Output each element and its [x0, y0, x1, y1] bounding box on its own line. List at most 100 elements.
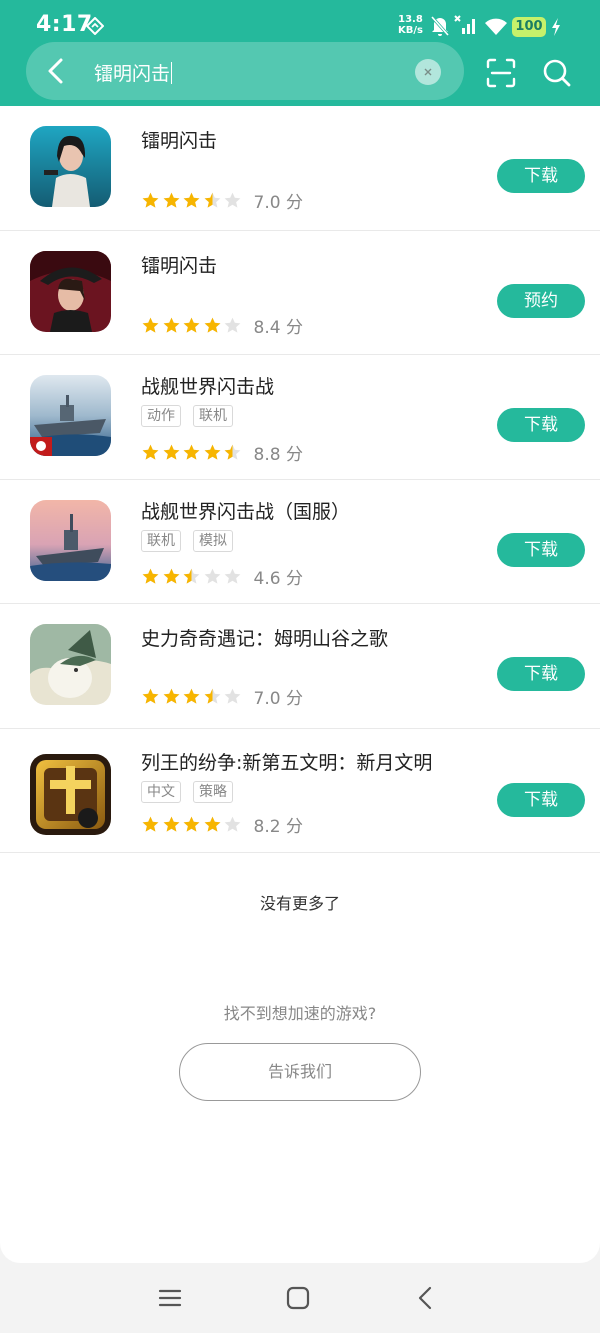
rating: 8.2 分	[141, 812, 303, 837]
app-icon-4	[30, 624, 111, 705]
star-icon	[142, 317, 159, 333]
result-list: 镭明闪击 7.0 分 下载 镭明闪击 8.4 分 预约 战舰世界闪击战 动作 联…	[0, 106, 600, 853]
tag: 策略	[193, 780, 233, 803]
star-icon	[183, 444, 200, 460]
search-query: 镭明闪击	[94, 63, 171, 85]
list-item[interactable]: 战舰世界闪击战（国服） 联机 模拟 4.6 分 下载	[0, 480, 600, 604]
back-arrow-icon[interactable]	[40, 54, 72, 88]
app-name: 战舰世界闪击战	[141, 376, 275, 398]
star-icon	[163, 444, 179, 460]
app-icon-3	[30, 499, 111, 581]
menu-icon[interactable]	[155, 1283, 185, 1313]
mute-bell-icon	[430, 16, 450, 36]
app-name: 镭明闪击	[141, 130, 218, 152]
rating-stars	[141, 567, 244, 586]
rating-stars	[141, 687, 244, 706]
list-item[interactable]: 战舰世界闪击战 动作 联机 8.8 分 下载	[0, 355, 600, 480]
list-item[interactable]: 史力奇奇遇记：姆明山谷之歌 7.0 分 下载	[0, 604, 600, 729]
reserve-button[interactable]: 预约	[497, 283, 585, 318]
star-icon	[142, 444, 159, 460]
star-icon	[204, 317, 220, 333]
rating-stars	[141, 316, 244, 335]
tag: 中文	[141, 780, 181, 803]
list-item[interactable]: 列王的纷争:新第五文明：新月文明 中文 策略 8.2 分 下载	[0, 729, 600, 853]
rating-stars	[141, 443, 244, 462]
back-icon[interactable]	[411, 1283, 441, 1313]
rating-score: 7.0 分	[253, 689, 303, 709]
charging-icon	[552, 18, 560, 36]
list-item[interactable]: 镭明闪击 7.0 分 下载	[0, 106, 600, 231]
system-nav-bar	[0, 1263, 600, 1333]
rating-score: 8.4 分	[253, 317, 303, 338]
rating-score: 4.6 分	[253, 568, 303, 589]
tag: 联机	[193, 405, 233, 427]
star-icon	[224, 688, 241, 704]
search-icon[interactable]	[542, 58, 572, 88]
no-more-label: 没有更多了	[259, 894, 340, 913]
star-icon	[163, 688, 179, 704]
star-icon	[224, 568, 241, 584]
download-button[interactable]: 下载	[497, 657, 585, 691]
search-bar: 镭明闪击	[26, 42, 464, 100]
rating-stars	[141, 191, 244, 210]
star-icon	[163, 192, 179, 208]
tag: 模拟	[193, 529, 233, 552]
app-name: 列王的纷争:新第五文明：新月文明	[141, 751, 433, 774]
app-name: 战舰世界闪击战（国服）	[141, 500, 351, 523]
star-icon	[183, 192, 200, 208]
star-icon	[224, 317, 241, 333]
home-icon[interactable]	[283, 1283, 313, 1313]
list-item[interactable]: 镭明闪击 8.4 分 预约	[0, 231, 600, 355]
app-icon-5	[30, 753, 111, 835]
star-icon	[142, 816, 159, 832]
rating: 4.6 分	[141, 564, 303, 589]
star-icon	[204, 688, 220, 704]
star-icon	[142, 688, 159, 704]
status-time: 4:17	[36, 12, 93, 37]
clear-button[interactable]	[415, 59, 441, 85]
tag-list: 动作 联机	[141, 405, 233, 427]
star-icon	[224, 816, 241, 832]
star-icon	[183, 816, 200, 832]
rating: 8.4 分	[141, 313, 303, 338]
text-caret	[171, 62, 173, 84]
rating-score: 8.2 分	[253, 816, 303, 837]
tag: 动作	[141, 405, 181, 427]
net-speed-value: 13.8	[398, 14, 423, 25]
app-icon-1	[30, 250, 111, 332]
star-icon	[204, 444, 220, 460]
rating-score: 8.8 分	[253, 445, 303, 465]
net-speed: 13.8 KB/s	[398, 14, 423, 36]
tag-list: 联机 模拟	[141, 529, 233, 552]
tell-us-button[interactable]: 告诉我们	[179, 1043, 421, 1101]
wifi-icon	[485, 18, 507, 35]
star-icon	[163, 568, 179, 584]
tag-list: 中文 策略	[141, 780, 233, 803]
star-icon	[183, 568, 200, 584]
search-input[interactable]: 镭明闪击	[94, 59, 173, 86]
app-icon-2	[30, 375, 111, 456]
star-icon	[163, 816, 179, 832]
not-found-prompt: 找不到想加速的游戏?	[223, 1004, 377, 1023]
scan-icon[interactable]	[486, 58, 516, 88]
rating: 7.0 分	[141, 188, 303, 213]
star-icon	[183, 688, 200, 704]
download-button[interactable]: 下载	[497, 408, 585, 442]
rating-score: 7.0 分	[253, 193, 303, 213]
star-icon	[204, 568, 220, 584]
app-name: 镭明闪击	[141, 254, 218, 277]
star-icon	[142, 568, 159, 584]
star-icon	[204, 192, 220, 208]
clear-icon	[424, 68, 432, 76]
download-button[interactable]: 下载	[497, 532, 585, 567]
star-icon	[163, 317, 179, 333]
tag: 联机	[141, 529, 181, 552]
battery-icon: 100	[512, 17, 546, 37]
download-button[interactable]: 下载	[497, 782, 585, 817]
star-icon	[183, 317, 200, 333]
rating: 8.8 分	[141, 440, 303, 465]
signal-icon	[454, 15, 475, 34]
rating-stars	[141, 815, 244, 834]
rating: 7.0 分	[141, 684, 303, 709]
download-button[interactable]: 下载	[497, 159, 585, 193]
